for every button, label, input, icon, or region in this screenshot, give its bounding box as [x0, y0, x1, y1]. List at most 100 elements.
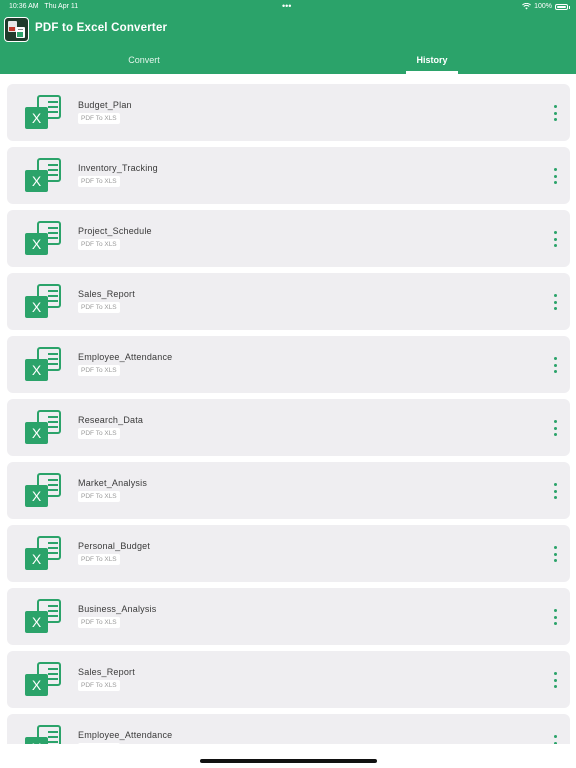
history-item[interactable]: X Sales_Report PDF To XLS [7, 273, 570, 330]
conversion-type-badge: PDF To XLS [78, 554, 120, 565]
conversion-type-badge: PDF To XLS [78, 743, 120, 744]
more-vertical-icon [553, 105, 557, 108]
menu-dot [553, 559, 557, 562]
app-header: 10:36 AM Thu Apr 11 ••• 100% PDF to Exce… [0, 0, 576, 74]
excel-x-icon: X [25, 107, 48, 129]
more-options-button[interactable] [550, 544, 560, 564]
menu-dot [553, 741, 557, 744]
history-item[interactable]: X Employee_Attendance PDF To XLS [7, 714, 570, 744]
menu-dot [553, 622, 557, 625]
conversion-type-badge: PDF To XLS [78, 239, 120, 250]
menu-dot [553, 244, 557, 247]
excel-x-icon: X [25, 233, 48, 255]
conversion-type-badge: PDF To XLS [78, 113, 120, 124]
excel-x-icon: X [25, 737, 48, 744]
file-name: Budget_Plan [78, 100, 132, 110]
tab-convert[interactable]: Convert [74, 55, 214, 65]
excel-file-icon: X [25, 662, 63, 696]
status-time: 10:36 AM Thu Apr 11 [9, 3, 79, 10]
excel-file-icon: X [25, 347, 63, 381]
more-options-button[interactable] [550, 607, 560, 627]
menu-dot [553, 118, 557, 121]
status-bar: 10:36 AM Thu Apr 11 ••• 100% [0, 0, 576, 14]
excel-file-icon: X [25, 95, 63, 129]
menu-dot [553, 363, 557, 367]
excel-file-icon: X [25, 158, 63, 192]
multitasking-dots[interactable]: ••• [282, 0, 291, 12]
menu-dot [553, 370, 557, 373]
wifi-icon [522, 3, 532, 10]
menu-dot [553, 685, 557, 688]
excel-file-icon: X [25, 410, 63, 444]
conversion-type-badge: PDF To XLS [78, 176, 120, 187]
menu-dot [553, 174, 557, 178]
history-item[interactable]: X Inventory_Tracking PDF To XLS [7, 147, 570, 204]
excel-file-icon: X [25, 536, 63, 570]
conversion-type-badge: PDF To XLS [78, 491, 120, 502]
more-vertical-icon [553, 483, 557, 486]
history-item[interactable]: X Employee_Attendance PDF To XLS [7, 336, 570, 393]
more-options-button[interactable] [550, 670, 560, 690]
more-options-button[interactable] [550, 166, 560, 186]
menu-dot [553, 433, 557, 436]
more-options-button[interactable] [550, 103, 560, 123]
file-name: Personal_Budget [78, 541, 151, 551]
menu-dot [553, 552, 557, 556]
file-name: Market_Analysis [78, 478, 148, 488]
excel-file-icon: X [25, 473, 63, 507]
app-title: PDF to Excel Converter [35, 22, 168, 34]
app-logo-icon [4, 17, 29, 42]
more-vertical-icon [553, 420, 557, 423]
history-item[interactable]: X Project_Schedule PDF To XLS [7, 210, 570, 267]
history-item[interactable]: X Market_Analysis PDF To XLS [7, 462, 570, 519]
excel-file-icon: X [25, 725, 63, 744]
file-name: Inventory_Tracking [78, 163, 158, 173]
more-vertical-icon [553, 357, 557, 360]
excel-x-icon: X [25, 548, 48, 570]
more-options-button[interactable] [550, 292, 560, 312]
more-vertical-icon [553, 735, 557, 738]
history-item[interactable]: X Budget_Plan PDF To XLS [7, 84, 570, 141]
file-name: Research_Data [78, 415, 144, 425]
more-options-button[interactable] [550, 481, 560, 501]
history-item[interactable]: X Research_Data PDF To XLS [7, 399, 570, 456]
more-options-button[interactable] [550, 733, 560, 744]
more-vertical-icon [553, 294, 557, 297]
menu-dot [553, 615, 557, 619]
home-indicator[interactable] [200, 759, 377, 763]
file-name: Employee_Attendance [78, 730, 173, 740]
excel-x-icon: X [25, 611, 48, 633]
history-list[interactable]: X Budget_Plan PDF To XLS X Inventory_Trackin… [0, 74, 576, 744]
menu-dot [553, 678, 557, 682]
more-options-button[interactable] [550, 418, 560, 438]
tab-history[interactable]: History [362, 55, 502, 65]
excel-file-icon: X [25, 221, 63, 255]
excel-x-icon: X [25, 422, 48, 444]
battery-percent: 100% [534, 3, 552, 10]
status-indicators: 100% [522, 3, 570, 10]
more-vertical-icon [553, 546, 557, 549]
more-vertical-icon [553, 609, 557, 612]
file-name: Sales_Report [78, 667, 135, 677]
menu-dot [553, 181, 557, 184]
excel-x-icon: X [25, 674, 48, 696]
conversion-type-badge: PDF To XLS [78, 617, 120, 628]
more-vertical-icon [553, 231, 557, 234]
menu-dot [553, 307, 557, 310]
history-item[interactable]: X Personal_Budget PDF To XLS [7, 525, 570, 582]
menu-dot [553, 426, 557, 430]
menu-dot [553, 111, 557, 115]
conversion-type-badge: PDF To XLS [78, 302, 120, 313]
history-item[interactable]: X Business_Analysis PDF To XLS [7, 588, 570, 645]
battery-icon [555, 3, 570, 10]
file-name: Project_Schedule [78, 226, 152, 236]
file-name: Sales_Report [78, 289, 135, 299]
more-options-button[interactable] [550, 355, 560, 375]
file-name: Employee_Attendance [78, 352, 173, 362]
conversion-type-badge: PDF To XLS [78, 365, 120, 376]
more-options-button[interactable] [550, 229, 560, 249]
history-item[interactable]: X Sales_Report PDF To XLS [7, 651, 570, 708]
excel-x-icon: X [25, 170, 48, 192]
menu-dot [553, 237, 557, 241]
more-vertical-icon [553, 168, 557, 171]
